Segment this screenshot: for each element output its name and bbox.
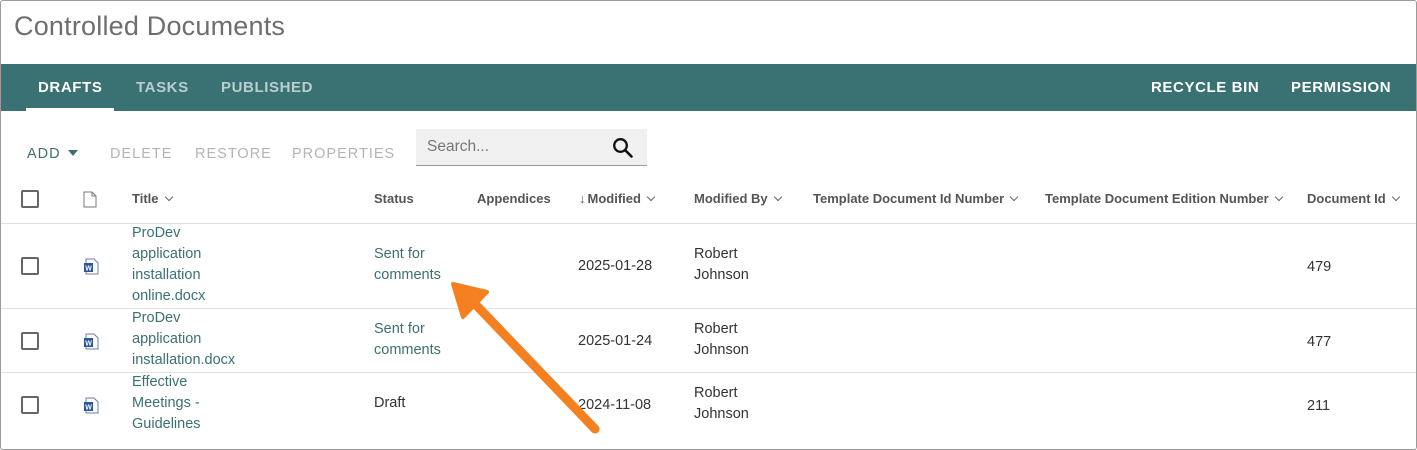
modified-date: 2025-01-28 (578, 258, 653, 274)
title-line: Effective (132, 374, 188, 390)
status-line: Sent for (374, 321, 425, 337)
column-header-title[interactable]: Title (132, 191, 173, 206)
word-icon: W (84, 397, 99, 414)
svg-text:W: W (85, 266, 92, 273)
modified-date: 2025-01-24 (578, 333, 653, 349)
tab-drafts[interactable]: DRAFTS (25, 64, 115, 111)
chevron-down-icon (773, 192, 782, 202)
tab-permission[interactable]: PERMISSION (1291, 64, 1391, 111)
tab-bar: DRAFTS TASKS PUBLISHED RECYCLE BIN PERMI… (1, 64, 1416, 111)
column-header-modified[interactable]: ↓ Modified (579, 191, 656, 206)
status-link[interactable]: Sent for comments (374, 319, 464, 361)
modified-by-line: Johnson (694, 342, 749, 358)
page-title: Controlled Documents (14, 11, 286, 41)
modified-by-line: Johnson (694, 406, 749, 422)
column-title-label: Title (132, 191, 159, 206)
chevron-down-icon (1391, 192, 1400, 202)
tab-published[interactable]: PUBLISHED (221, 64, 313, 111)
column-header-appendices[interactable]: Appendices (477, 191, 551, 206)
modified-date: 2024-11-08 (578, 397, 652, 413)
title-line: ProDev (132, 310, 181, 326)
arrow-down-icon: ↓ (579, 191, 586, 206)
modified-by: Robert Johnson (694, 244, 784, 286)
title-line: Meetings - (132, 395, 200, 411)
title-line: application (132, 331, 202, 347)
status-link[interactable]: Sent for comments (374, 244, 464, 286)
document-title-link[interactable]: Effective Meetings - Guidelines (132, 372, 242, 435)
restore-button[interactable]: RESTORE (195, 146, 272, 162)
column-appendices-label: Appendices (477, 191, 551, 206)
row-checkbox[interactable] (21, 257, 39, 275)
column-header-document-id[interactable]: Document Id (1307, 191, 1400, 206)
modified-by-line: Robert (694, 321, 738, 337)
document-title-link[interactable]: ProDev application installation.docx (132, 308, 242, 371)
word-icon: W (84, 258, 99, 275)
add-button[interactable]: ADD (27, 146, 78, 162)
column-template-doc-id-label: Template Document Id Number (813, 191, 1005, 206)
document-title-link[interactable]: ProDev application installation online.d… (132, 223, 242, 307)
title-line: installation.docx (132, 352, 236, 368)
column-header-template-doc-edition[interactable]: Template Document Edition Number (1045, 191, 1283, 206)
column-document-id-label: Document Id (1307, 191, 1386, 206)
title-line: Guidelines (132, 416, 201, 432)
search-input[interactable] (427, 136, 607, 158)
row-checkbox[interactable] (21, 332, 39, 350)
document-id: 477 (1307, 334, 1332, 350)
document-id: 211 (1307, 398, 1331, 414)
column-header-template-doc-id[interactable]: Template Document Id Number (813, 191, 1019, 206)
status-text: Draft (374, 393, 464, 414)
status-line: comments (374, 342, 441, 358)
tab-recycle-bin[interactable]: RECYCLE BIN (1151, 64, 1259, 111)
title-line: ProDev (132, 225, 181, 241)
status-line: Sent for (374, 246, 425, 262)
app-window: Controlled Documents DRAFTS TASKS PUBLIS… (0, 0, 1417, 450)
properties-button[interactable]: PROPERTIES (292, 146, 395, 162)
chevron-down-icon (646, 192, 656, 202)
modified-by-line: Johnson (694, 267, 749, 283)
column-header-modified-by[interactable]: Modified By (694, 191, 782, 206)
chevron-down-icon (1274, 192, 1283, 202)
row-checkbox[interactable] (21, 396, 39, 414)
chevron-down-icon (164, 192, 173, 202)
select-all-checkbox[interactable] (21, 190, 39, 208)
tab-tasks[interactable]: TASKS (136, 64, 189, 111)
modified-by: Robert Johnson (694, 319, 784, 361)
column-template-doc-edition-label: Template Document Edition Number (1045, 191, 1269, 206)
document-id: 479 (1307, 259, 1332, 275)
title-line: installation (132, 267, 201, 283)
modified-by-line: Robert (694, 385, 738, 401)
title-line: application (132, 246, 202, 262)
status-line: Draft (374, 395, 406, 411)
caret-down-icon (67, 150, 78, 157)
svg-text:W: W (85, 405, 92, 412)
column-modified-label: Modified (587, 191, 641, 206)
column-header-status[interactable]: Status (374, 191, 414, 206)
chevron-down-icon (1009, 192, 1019, 202)
word-icon: W (84, 333, 99, 350)
status-line: comments (374, 267, 441, 283)
modified-by-line: Robert (694, 246, 738, 262)
search-icon[interactable] (612, 137, 634, 159)
modified-by: Robert Johnson (694, 383, 784, 425)
svg-text:W: W (85, 341, 92, 348)
delete-button[interactable]: DELETE (110, 146, 172, 162)
title-line: online.docx (132, 288, 206, 304)
column-modified-by-label: Modified By (694, 191, 768, 206)
file-type-icon (83, 191, 97, 208)
column-status-label: Status (374, 191, 414, 206)
add-button-label: ADD (27, 146, 61, 162)
